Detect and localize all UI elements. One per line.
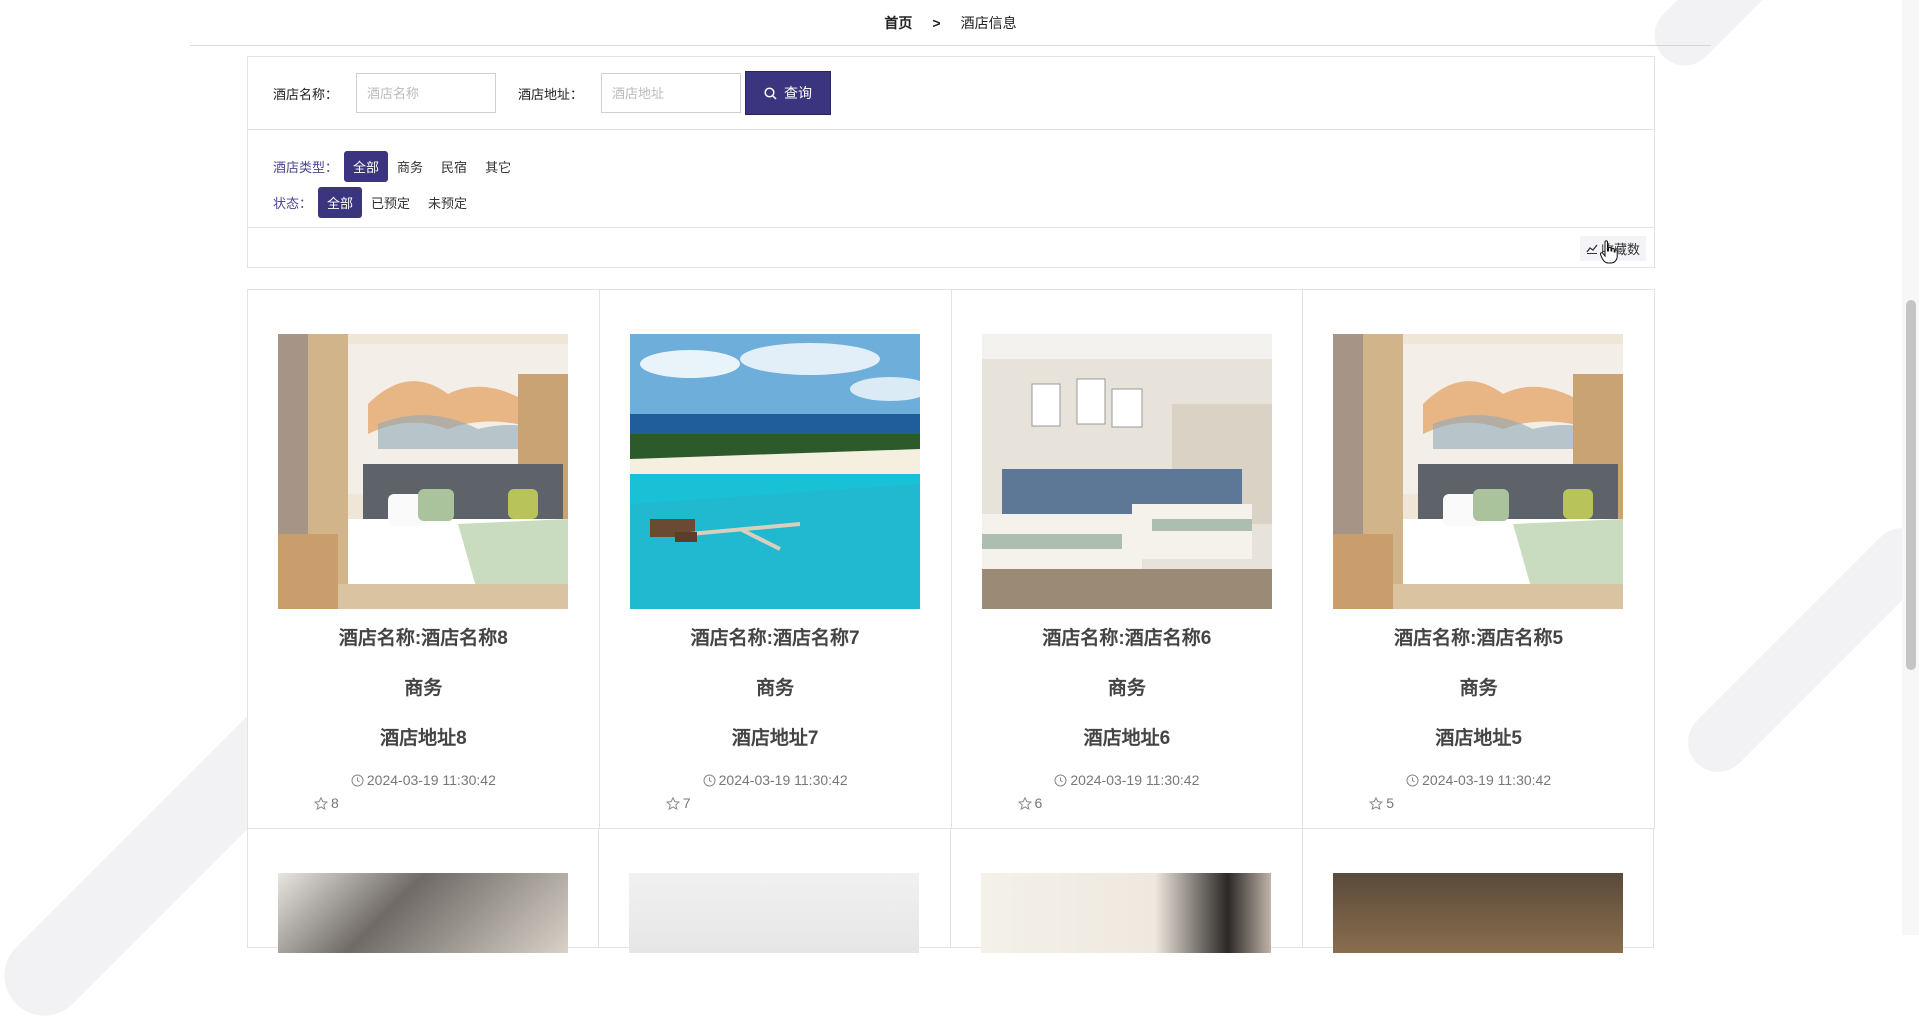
publish-time: 2024-03-19 11:30:42	[248, 772, 599, 788]
hotel-name: 酒店名称:酒店名称5	[1394, 628, 1564, 649]
hotel-address: 酒店地址8	[380, 728, 467, 749]
publish-time: 2024-03-19 11:30:42	[600, 772, 951, 788]
publish-time-text: 2024-03-19 11:30:42	[1422, 772, 1552, 788]
type-filter-option[interactable]: 民宿	[432, 151, 476, 182]
chart-icon	[1586, 244, 1598, 254]
hotel-name: 酒店名称:酒店名称8	[338, 628, 508, 649]
publish-time: 2024-03-19 11:30:42	[1303, 772, 1654, 788]
type-filter-option[interactable]: 商务	[388, 151, 432, 182]
query-button[interactable]: 查询	[745, 71, 832, 115]
hotel-card[interactable]	[950, 828, 1303, 953]
hotel-address-label: 酒店地址：	[518, 86, 584, 102]
hotel-card[interactable]: 酒店名称:酒店名称7 商务 酒店地址7 2024-03-19 11:30:42 …	[598, 289, 952, 829]
hotel-grid: 酒店名称:酒店名称8 商务 酒店地址8 2024-03-19 11:30:42 …	[247, 289, 1655, 829]
hotel-photo	[1333, 873, 1623, 953]
publish-time-text: 2024-03-19 11:30:42	[718, 772, 848, 788]
status-filter-option[interactable]: 全部	[318, 186, 363, 218]
breadcrumb: 首页 > 酒店信息	[190, 0, 1711, 46]
scrollbar[interactable]	[1902, 0, 1919, 935]
type-filter-option[interactable]: 全部	[344, 150, 389, 182]
type-filter-title: 酒店类型：	[273, 159, 339, 175]
favorite-count-text: 6	[1034, 795, 1043, 811]
favorite-count: 5	[1369, 795, 1394, 811]
type-filter-row: 酒店类型： 全部 商务 民宿 其它	[273, 150, 1654, 182]
hotel-type: 商务	[756, 678, 795, 699]
favorite-count: 6	[1017, 795, 1043, 811]
hotel-card[interactable]: 酒店名称:酒店名称6 商务 酒店地址6 2024-03-19 11:30:42 …	[950, 289, 1304, 829]
hotel-photo	[1333, 334, 1624, 609]
hotel-type: 商务	[1107, 678, 1146, 699]
category-filters: 酒店类型： 全部 商务 民宿 其它 状态： 全部 已预定 未预定	[248, 130, 1654, 228]
star-icon	[1017, 796, 1032, 810]
publish-time-text: 2024-03-19 11:30:42	[366, 772, 496, 788]
favorite-count: 7	[665, 795, 691, 811]
favorite-count-text: 8	[331, 795, 339, 811]
breadcrumb-separator: >	[932, 14, 941, 31]
hotel-type: 商务	[1459, 678, 1498, 699]
hotel-photo	[629, 873, 919, 953]
hotel-type: 商务	[404, 678, 443, 699]
hotel-card[interactable]	[247, 828, 600, 953]
status-filter-row: 状态： 全部 已预定 未预定	[273, 186, 1654, 218]
clock-icon	[1406, 774, 1419, 786]
search-row: 酒店名称： 酒店地址： 查询	[248, 57, 1654, 130]
hotel-name-input[interactable]	[356, 73, 497, 113]
hotel-card[interactable]: 酒店名称:酒店名称5 商务 酒店地址5 2024-03-19 11:30:42 …	[1302, 289, 1655, 829]
hotel-photo	[981, 873, 1271, 953]
clock-icon	[351, 774, 364, 786]
hand-cursor-icon	[1600, 240, 1618, 264]
hotel-photo	[278, 334, 568, 609]
publish-time: 2024-03-19 11:30:42	[952, 772, 1303, 788]
favorite-count-text: 5	[1386, 795, 1395, 811]
hotel-name: 酒店名称:酒店名称7	[690, 628, 860, 649]
clock-icon	[1054, 774, 1067, 786]
hotel-name-label: 酒店名称：	[273, 86, 339, 102]
status-filter-option[interactable]: 未预定	[419, 187, 476, 218]
hotel-card[interactable]	[598, 828, 951, 953]
hotel-address-input[interactable]	[601, 73, 742, 113]
star-icon	[1369, 796, 1384, 810]
hotel-address: 酒店地址6	[1083, 728, 1171, 749]
publish-time-text: 2024-03-19 11:30:42	[1070, 772, 1200, 788]
favorite-count-text: 7	[682, 795, 691, 811]
search-icon	[764, 86, 777, 100]
clock-icon	[703, 774, 716, 786]
type-filter-option[interactable]: 其它	[476, 151, 520, 182]
hotel-card[interactable]: 酒店名称:酒店名称8 商务 酒店地址8 2024-03-19 11:30:42 …	[247, 289, 600, 829]
sort-row: 收藏数	[248, 228, 1654, 268]
scrollbar-thumb[interactable]	[1906, 300, 1916, 670]
favorite-count: 8	[314, 795, 339, 811]
breadcrumb-current: 酒店信息	[960, 14, 1017, 31]
star-icon	[314, 796, 328, 810]
hotel-address: 酒店地址5	[1435, 728, 1522, 749]
hotel-address: 酒店地址7	[731, 728, 819, 749]
hotel-photo	[278, 873, 568, 953]
filter-panel: 酒店名称： 酒店地址： 查询 酒店类型： 全部商务民宿其它 状态： 全部已预定未…	[247, 56, 1655, 268]
hotel-card[interactable]	[1302, 828, 1654, 953]
hotel-name: 酒店名称:酒店名称6	[1042, 628, 1212, 649]
hotel-photo	[629, 334, 920, 609]
status-filter-option[interactable]: 已预定	[362, 187, 419, 218]
status-filter-title: 状态：	[273, 195, 313, 211]
hotel-photo	[981, 334, 1272, 609]
query-button-label: 查询	[784, 85, 813, 101]
breadcrumb-home[interactable]: 首页	[884, 13, 912, 33]
star-icon	[665, 796, 680, 810]
